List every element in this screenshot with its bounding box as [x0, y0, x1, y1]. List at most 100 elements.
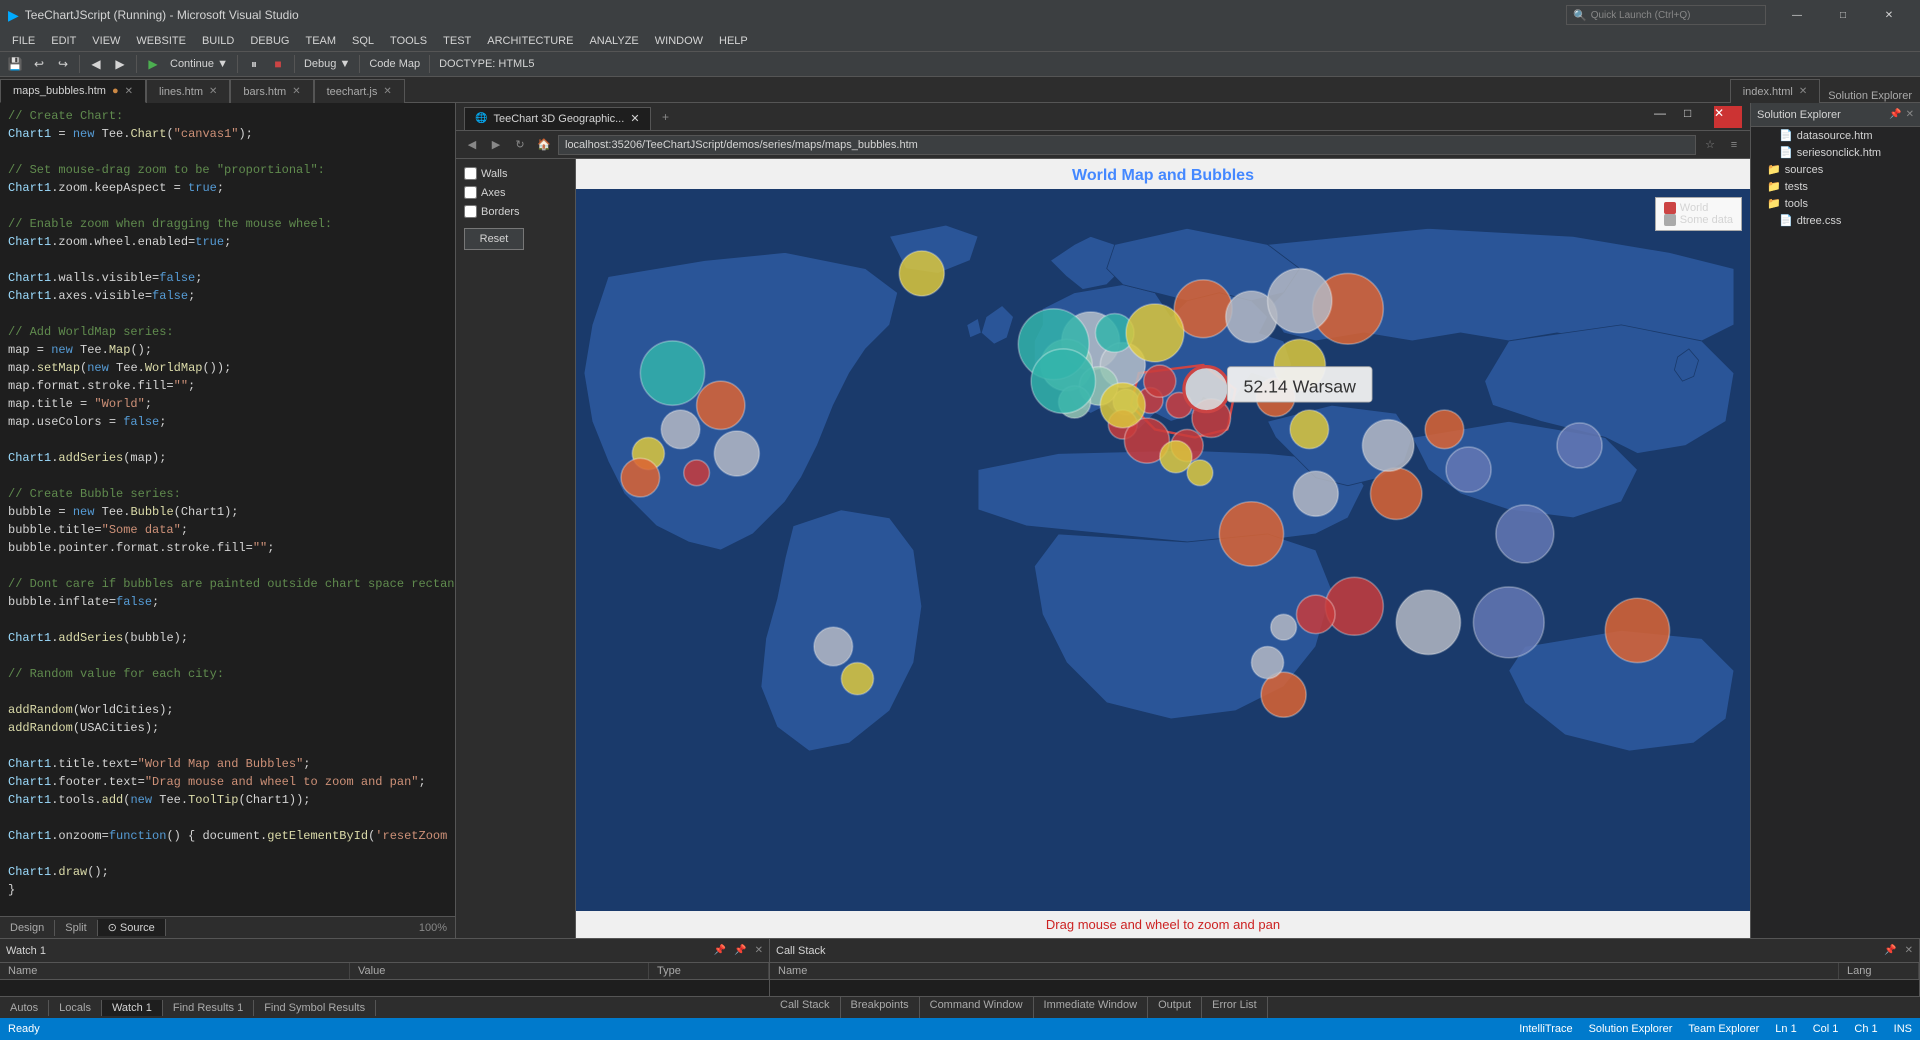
tb-continue[interactable]: Continue ▼: [166, 58, 232, 70]
window-controls: — □ ✕: [1774, 0, 1912, 30]
browser-tab-close[interactable]: ✕: [630, 112, 639, 125]
doctype-dropdown[interactable]: DOCTYPE: HTML5: [435, 58, 538, 70]
browser-tab-label: TeeChart 3D Geographic...: [493, 113, 624, 125]
menu-debug[interactable]: DEBUG: [242, 33, 297, 49]
tab-close[interactable]: ✕: [125, 86, 133, 97]
se-item-tools[interactable]: 📁 tools: [1751, 195, 1920, 212]
menu-architecture[interactable]: ARCHITECTURE: [479, 33, 581, 49]
menu-sql[interactable]: SQL: [344, 33, 382, 49]
tb-forward[interactable]: ▶: [109, 53, 131, 75]
maximize-btn[interactable]: □: [1820, 0, 1866, 30]
menu-team[interactable]: TEAM: [297, 33, 344, 49]
tab-watch1[interactable]: Watch 1: [102, 1000, 163, 1016]
check-walls[interactable]: Walls: [464, 167, 567, 180]
call-stack-header: Call Stack 📌 ✕: [770, 939, 1919, 963]
search-icon: 🔍: [1573, 9, 1587, 22]
bw-close[interactable]: ✕: [1714, 106, 1742, 128]
menu-website[interactable]: WEBSITE: [128, 33, 194, 49]
se-item-datasource[interactable]: 📄 datasource.htm: [1751, 127, 1920, 144]
watch-pin[interactable]: 📌: [714, 945, 726, 956]
solution-explorer-label[interactable]: Solution Explorer: [1820, 90, 1920, 102]
close-btn[interactable]: ✕: [1866, 0, 1912, 30]
tab-close[interactable]: ✕: [1799, 86, 1807, 97]
close-icon[interactable]: ✕: [1906, 109, 1914, 120]
debug-dropdown[interactable]: Debug ▼: [300, 58, 354, 70]
tb-pause[interactable]: ⏸: [243, 53, 265, 75]
chart-legend: World Some data: [1655, 197, 1742, 231]
tab-source[interactable]: ⊙ Source: [98, 919, 166, 936]
menu-window[interactable]: WINDOW: [647, 33, 711, 49]
watch-close[interactable]: ✕: [755, 945, 763, 956]
tb-run[interactable]: ▶: [142, 53, 164, 75]
check-borders[interactable]: Borders: [464, 205, 567, 218]
se-item-tests[interactable]: 📁 tests: [1751, 178, 1920, 195]
tab-close[interactable]: ✕: [209, 86, 217, 97]
menu-test[interactable]: TEST: [435, 33, 479, 49]
back-btn[interactable]: ◀: [462, 135, 482, 155]
intellitrace[interactable]: IntelliTrace: [1519, 1023, 1572, 1035]
tab-locals[interactable]: Locals: [49, 1000, 102, 1016]
menu-build[interactable]: BUILD: [194, 33, 242, 49]
se-item-sources[interactable]: 📁 sources: [1751, 161, 1920, 178]
check-axes[interactable]: Axes: [464, 186, 567, 199]
tab-lines[interactable]: lines.htm ✕: [146, 79, 230, 103]
map-container[interactable]: 52.14 Warsaw: [576, 189, 1750, 911]
tb-back[interactable]: ◀: [85, 53, 107, 75]
refresh-btn[interactable]: ↻: [510, 135, 530, 155]
tab-output[interactable]: Output: [1148, 997, 1202, 1018]
tab-split[interactable]: Split: [55, 920, 97, 936]
menu-view[interactable]: VIEW: [84, 33, 128, 49]
star-btn[interactable]: ☆: [1700, 135, 1720, 155]
team-explorer-status[interactable]: Team Explorer: [1688, 1023, 1759, 1035]
tb-save[interactable]: 💾: [4, 53, 26, 75]
new-tab-btn[interactable]: +: [655, 106, 677, 128]
tab-bars[interactable]: bars.htm ✕: [230, 79, 313, 103]
cs-pin[interactable]: 📌: [1884, 945, 1896, 956]
tb-sep-1: [79, 55, 80, 73]
bw-minimize[interactable]: —: [1654, 106, 1682, 128]
settings-btn[interactable]: ≡: [1724, 135, 1744, 155]
tab-index[interactable]: index.html ✕: [1730, 79, 1821, 103]
bw-maximize[interactable]: □: [1684, 106, 1712, 128]
editor-bottom-tabs: Design Split ⊙ Source 100%: [0, 916, 455, 938]
watch-pin-2[interactable]: 📌: [734, 945, 746, 956]
cs-close[interactable]: ✕: [1905, 945, 1913, 956]
tab-design[interactable]: Design: [0, 920, 55, 936]
tab-close[interactable]: ✕: [383, 86, 391, 97]
tb-stop[interactable]: ■: [267, 53, 289, 75]
browser-tab-main[interactable]: 🌐 TeeChart 3D Geographic... ✕: [464, 107, 651, 131]
tab-autos[interactable]: Autos: [0, 1000, 49, 1016]
url-input[interactable]: [558, 135, 1696, 155]
tab-find-symbol[interactable]: Find Symbol Results: [254, 1000, 376, 1016]
pin-icon[interactable]: 📌: [1889, 109, 1901, 120]
tab-callstack[interactable]: Call Stack: [770, 997, 841, 1018]
reset-btn[interactable]: Reset: [464, 228, 524, 250]
solution-explorer-status[interactable]: Solution Explorer: [1589, 1023, 1673, 1035]
tab-teechart[interactable]: teechart.js ✕: [314, 79, 405, 103]
tb-undo[interactable]: ↩: [28, 53, 50, 75]
tab-breakpoints[interactable]: Breakpoints: [841, 997, 920, 1018]
menu-analyze[interactable]: ANALYZE: [581, 33, 646, 49]
minimize-btn[interactable]: —: [1774, 0, 1820, 30]
home-btn[interactable]: 🏠: [534, 135, 554, 155]
tb-redo[interactable]: ↪: [52, 53, 74, 75]
menu-file[interactable]: FILE: [4, 33, 43, 49]
quick-launch-box[interactable]: 🔍 Quick Launch (Ctrl+Q): [1566, 5, 1766, 25]
tb-sep-6: [429, 55, 430, 73]
tab-immediate-window[interactable]: Immediate Window: [1034, 997, 1149, 1018]
forward-btn[interactable]: ▶: [486, 135, 506, 155]
se-item-seriesonclick[interactable]: 📄 seriesonclick.htm: [1751, 144, 1920, 161]
menu-tools[interactable]: TOOLS: [382, 33, 435, 49]
tab-command-window[interactable]: Command Window: [920, 997, 1034, 1018]
tab-close[interactable]: ✕: [292, 86, 300, 97]
code-content[interactable]: // Create Chart: Chart1 = new Tee.Chart(…: [0, 103, 455, 916]
tb-codemap[interactable]: Code Map: [365, 58, 424, 70]
code-editor: // Create Chart: Chart1 = new Tee.Chart(…: [0, 103, 456, 938]
se-item-dtree[interactable]: 📄 dtree.css: [1751, 212, 1920, 229]
tab-find-results[interactable]: Find Results 1: [163, 1000, 254, 1016]
svg-text:52.14 Warsaw: 52.14 Warsaw: [1243, 376, 1356, 396]
tab-error-list[interactable]: Error List: [1202, 997, 1268, 1018]
menu-edit[interactable]: EDIT: [43, 33, 84, 49]
menu-help[interactable]: HELP: [711, 33, 756, 49]
tab-maps-bubbles[interactable]: maps_bubbles.htm ● ✕: [0, 79, 146, 103]
